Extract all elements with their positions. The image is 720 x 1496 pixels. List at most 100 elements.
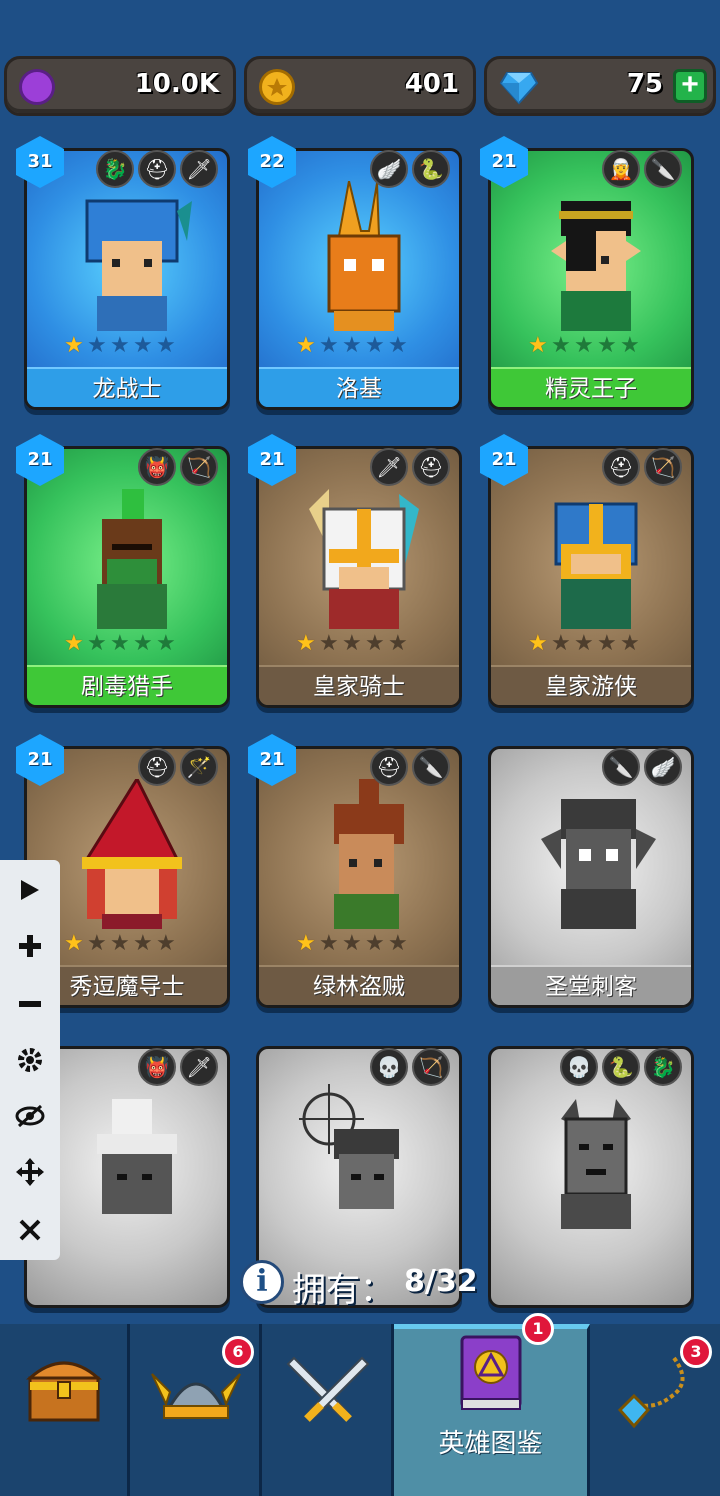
hero-portrait <box>309 489 419 629</box>
star-empty-icon: ★ <box>133 630 153 655</box>
star-empty-icon: ★ <box>365 930 385 955</box>
ownership-label: 拥有： <box>292 1271 394 1309</box>
star-empty-icon: ★ <box>87 332 107 357</box>
bottom-nav: 6 英雄图鉴 1 3 <box>0 1313 720 1496</box>
treasure-chest-icon <box>26 1361 102 1422</box>
hero-name: 绿林盗贼 <box>259 965 459 1005</box>
star-empty-icon: ★ <box>597 630 617 655</box>
star-empty-icon: ★ <box>620 332 640 357</box>
hero-stars: ★ ★ ★ ★ ★ <box>296 632 410 654</box>
star-empty-icon: ★ <box>574 630 594 655</box>
star-filled-icon: ★ <box>296 930 316 955</box>
star-empty-icon: ★ <box>620 630 640 655</box>
nav-codex[interactable]: 英雄图鉴 1 <box>394 1313 590 1496</box>
star-empty-icon: ★ <box>342 930 362 955</box>
ownership-value: 8/32 <box>404 1264 478 1299</box>
codex-badge: 1 <box>522 1313 554 1345</box>
orc-icon: 👹 <box>138 448 176 486</box>
star-empty-icon: ★ <box>342 630 362 655</box>
star-empty-icon: ★ <box>110 630 130 655</box>
dagger-icon: 🔪 <box>602 748 640 786</box>
star-empty-icon: ★ <box>156 930 176 955</box>
star-empty-icon: ★ <box>110 332 130 357</box>
hero-portrait <box>97 489 167 629</box>
move-icon[interactable] <box>12 1154 48 1190</box>
hero-portrait <box>97 1099 177 1214</box>
hero-stars: ★ ★ ★ ★ ★ <box>64 334 178 356</box>
star-filled-icon: ★ <box>296 332 316 357</box>
hero-stars: ★ ★ ★ ★ ★ <box>64 632 178 654</box>
hero-stars: ★ ★ ★ ★ ★ <box>296 334 410 356</box>
star-filled-icon: ★ <box>64 930 84 955</box>
bow-icon: 🏹 <box>412 1048 450 1086</box>
hero-name: 洛基 <box>259 367 459 407</box>
dagger-icon: 🔪 <box>412 748 450 786</box>
star-empty-icon: ★ <box>388 332 408 357</box>
hero-portrait <box>554 502 638 629</box>
helmet-icon: ⛑ <box>602 448 640 486</box>
helmet-icon: ⛑ <box>138 150 176 188</box>
wing-helmet-icon: 🪽 <box>644 748 682 786</box>
star-empty-icon: ★ <box>551 630 571 655</box>
hero-portrait <box>327 181 401 331</box>
hero-name: 精灵王子 <box>491 367 691 407</box>
heroes-badge: 6 <box>222 1336 254 1368</box>
hero-portrait <box>82 779 182 929</box>
hero-name: 龙战士 <box>27 367 227 407</box>
serpent-icon: 🐍 <box>412 150 450 188</box>
serpent-icon: 🐍 <box>602 1048 640 1086</box>
star-empty-icon: ★ <box>156 332 176 357</box>
nav-chest[interactable] <box>0 1324 130 1496</box>
star-empty-icon: ★ <box>156 630 176 655</box>
plus-icon[interactable] <box>12 928 48 964</box>
skull-icon: 💀 <box>560 1048 598 1086</box>
helmet-icon: ⛑ <box>370 748 408 786</box>
bow-icon: 🏹 <box>644 448 682 486</box>
star-filled-icon: ★ <box>64 332 84 357</box>
orc-icon: 👹 <box>138 1048 176 1086</box>
elf-icon: 🧝 <box>602 150 640 188</box>
amulet-badge: 3 <box>680 1336 712 1368</box>
gear-icon[interactable] <box>12 1042 48 1078</box>
dragon-icon: 🐉 <box>96 150 134 188</box>
star-empty-icon: ★ <box>388 630 408 655</box>
star-empty-icon: ★ <box>365 630 385 655</box>
staff-icon: 🪄 <box>180 748 218 786</box>
star-empty-icon: ★ <box>319 630 339 655</box>
hero-portrait <box>551 201 641 331</box>
hero-portrait <box>334 779 404 929</box>
helmet-icon: ⛑ <box>138 748 176 786</box>
hero-portrait <box>299 1084 399 1209</box>
nav-amulet[interactable]: 3 <box>590 1324 720 1496</box>
star-filled-icon: ★ <box>64 630 84 655</box>
star-empty-icon: ★ <box>388 930 408 955</box>
ownership-bar: i 拥有： 8/32 <box>0 1250 720 1320</box>
hero-stars: ★ ★ ★ ★ ★ <box>64 932 178 954</box>
sword-icon: 🗡 <box>370 448 408 486</box>
hero-name: 剧毒猎手 <box>27 665 227 705</box>
star-empty-icon: ★ <box>319 332 339 357</box>
star-filled-icon: ★ <box>528 630 548 655</box>
hero-portrait <box>85 199 192 331</box>
hero-name: 皇家骑士 <box>259 665 459 705</box>
star-empty-icon: ★ <box>342 332 362 357</box>
hero-portrait <box>541 799 656 929</box>
amulet-icon <box>617 1356 685 1429</box>
hero-stars: ★ ★ ★ ★ ★ <box>296 932 410 954</box>
star-empty-icon: ★ <box>365 332 385 357</box>
dragon-icon: 🐉 <box>644 1048 682 1086</box>
dagger-icon: 🔪 <box>644 150 682 188</box>
minus-icon[interactable] <box>12 986 48 1022</box>
star-filled-icon: ★ <box>296 630 316 655</box>
eye-off-icon[interactable] <box>12 1098 48 1134</box>
star-empty-icon: ★ <box>551 332 571 357</box>
nav-battle[interactable] <box>262 1324 394 1496</box>
close-icon[interactable] <box>12 1212 48 1248</box>
play-icon[interactable] <box>12 872 48 908</box>
nav-heroes[interactable]: 6 <box>130 1324 262 1496</box>
star-empty-icon: ★ <box>597 332 617 357</box>
hero-name: 皇家游侠 <box>491 665 691 705</box>
star-empty-icon: ★ <box>133 930 153 955</box>
info-icon[interactable]: i <box>240 1260 284 1304</box>
hero-portrait <box>561 1099 631 1229</box>
